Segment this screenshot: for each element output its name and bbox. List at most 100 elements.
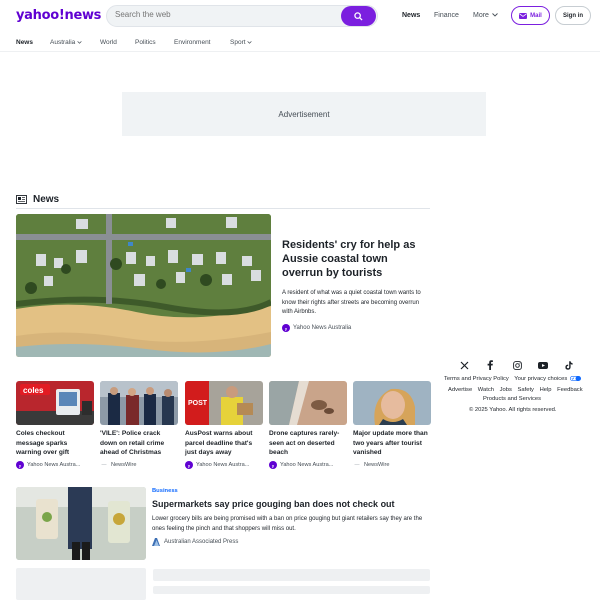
- news-card[interactable]: POST AusPost warns about parcel deadline…: [185, 381, 263, 469]
- card-source: y Yahoo News Austra...: [269, 461, 347, 469]
- topnav-news[interactable]: News: [402, 12, 420, 19]
- card-image: [100, 381, 178, 425]
- card-source-label: NewsWire: [111, 462, 137, 468]
- jobs-link[interactable]: Jobs: [500, 387, 512, 393]
- sign-in-button[interactable]: Sign in: [555, 6, 591, 25]
- instagram-social-link[interactable]: [512, 360, 522, 370]
- search-bar[interactable]: [106, 5, 378, 27]
- card-headline: 'VILE': Police crack down on retail crim…: [100, 430, 165, 456]
- search-button[interactable]: [341, 6, 376, 26]
- facebook-icon: [487, 360, 493, 370]
- newspaper-icon: [16, 195, 27, 204]
- hero-image[interactable]: [16, 214, 271, 357]
- coles-sign-text: coles: [23, 386, 44, 395]
- section-title: News: [33, 194, 60, 205]
- hero-source: y Yahoo News Australia: [282, 324, 351, 332]
- news-card[interactable]: Drone captures rarely-seen act on desert…: [269, 381, 347, 469]
- header: yahoo!news News Finance More Mail Sign i…: [0, 0, 600, 32]
- x-social-link[interactable]: [459, 360, 469, 370]
- chevron-down-icon: [247, 41, 252, 44]
- tiktok-icon: [565, 360, 573, 370]
- section-divider: [16, 208, 430, 209]
- privacy-toggle-icon: [569, 376, 581, 382]
- post-sign-text: POST: [188, 400, 208, 407]
- topnav-finance[interactable]: Finance: [434, 12, 459, 19]
- subnav-sport-label: Sport: [230, 39, 246, 46]
- card-source-label: Yahoo News Austra...: [280, 462, 334, 468]
- terms-privacy-link[interactable]: Terms and Privacy Policy: [444, 376, 509, 382]
- subnav-news[interactable]: News: [16, 39, 33, 46]
- subnav-divider: [0, 51, 600, 52]
- card-image: [269, 381, 347, 425]
- yahoo-source-icon: y: [185, 461, 193, 469]
- safety-link[interactable]: Safety: [518, 387, 534, 393]
- footer-row-1: Terms and Privacy Policy Your privacy ch…: [444, 376, 581, 382]
- newswire-source-icon: —: [101, 462, 107, 468]
- copyright-text: © 2025 Yahoo. All rights reserved.: [469, 407, 557, 413]
- subnav-australia-label: Australia: [50, 39, 76, 46]
- facebook-social-link[interactable]: [485, 360, 495, 370]
- card-headline: AusPost warns about parcel deadline that…: [185, 430, 253, 456]
- article-headline[interactable]: Supermarkets say price gouging ban does …: [152, 499, 395, 509]
- card-source: — NewsWire: [353, 461, 431, 469]
- advertisement-slot[interactable]: Advertisement: [122, 92, 486, 136]
- card-source: y Yahoo News Austra...: [185, 461, 263, 469]
- youtube-social-link[interactable]: [538, 360, 548, 370]
- topnav-more-label: More: [473, 12, 489, 19]
- card-headline: Coles checkout message sparks warning ov…: [16, 430, 70, 456]
- news-card[interactable]: Major update more than two years after t…: [353, 381, 431, 469]
- watch-link[interactable]: Watch: [478, 387, 494, 393]
- chevron-down-icon: [77, 41, 82, 44]
- article-source: Australian Associated Press: [152, 538, 238, 546]
- topnav-more[interactable]: More: [473, 12, 498, 19]
- article-image[interactable]: [16, 487, 146, 560]
- search-icon: [354, 11, 363, 21]
- hero-summary: A resident of what was a quiet coastal t…: [282, 290, 421, 315]
- help-link[interactable]: Help: [540, 387, 552, 393]
- loading-line-placeholder: [153, 586, 430, 594]
- loading-line-placeholder: [153, 569, 430, 581]
- hero-source-label: Yahoo News Australia: [293, 325, 352, 331]
- footer-row-3: Products and Services: [483, 396, 545, 402]
- search-input[interactable]: [115, 10, 335, 19]
- tiktok-social-link[interactable]: [564, 360, 574, 370]
- card-image: POST: [185, 381, 263, 425]
- youtube-icon: [538, 361, 548, 369]
- card-source-label: Yahoo News Austra...: [27, 462, 81, 468]
- subnav-sport[interactable]: Sport: [230, 39, 252, 46]
- advertisement-label: Advertisement: [278, 109, 330, 119]
- chevron-down-icon: [492, 13, 498, 17]
- footer-row-2: Advertise Watch Jobs Safety Help Feedbac…: [448, 387, 587, 393]
- card-source-label: NewsWire: [364, 462, 390, 468]
- article-category[interactable]: Business: [152, 488, 178, 494]
- card-image: coles: [16, 381, 94, 425]
- subnav-australia[interactable]: Australia: [50, 39, 82, 46]
- mail-icon: [519, 12, 528, 19]
- loading-image-placeholder: [16, 568, 146, 600]
- mail-label: Mail: [530, 12, 542, 19]
- card-headline: Major update more than two years after t…: [353, 430, 428, 456]
- yahoo-news-logo[interactable]: yahoo!news: [16, 8, 101, 23]
- article-source-label: Australian Associated Press: [164, 539, 239, 545]
- advertise-link[interactable]: Advertise: [448, 387, 472, 393]
- card-source: y Yahoo News Austra...: [16, 461, 94, 469]
- yahoo-source-icon: y: [282, 324, 290, 332]
- subnav-politics[interactable]: Politics: [135, 39, 156, 46]
- products-services-link[interactable]: Products and Services: [483, 396, 541, 402]
- aap-source-icon: [152, 538, 160, 546]
- privacy-choices-link[interactable]: Your privacy choices: [514, 376, 567, 382]
- card-source-label: Yahoo News Austra...: [196, 462, 250, 468]
- subnav-world[interactable]: World: [100, 39, 117, 46]
- newswire-source-icon: —: [354, 462, 360, 468]
- card-image: [353, 381, 431, 425]
- instagram-icon: [512, 360, 522, 370]
- article-summary: Lower grocery bills are being promised w…: [152, 516, 423, 532]
- yahoo-source-icon: y: [269, 461, 277, 469]
- mail-button[interactable]: Mail: [511, 6, 550, 25]
- feedback-link[interactable]: Feedback: [557, 387, 582, 393]
- yahoo-source-icon: y: [16, 461, 24, 469]
- news-card[interactable]: 'VILE': Police crack down on retail crim…: [100, 381, 178, 469]
- subnav-environment[interactable]: Environment: [174, 39, 211, 46]
- hero-headline[interactable]: Residents' cry for help as Aussie coasta…: [282, 238, 430, 280]
- news-card[interactable]: coles Coles checkout message sparks warn…: [16, 381, 94, 469]
